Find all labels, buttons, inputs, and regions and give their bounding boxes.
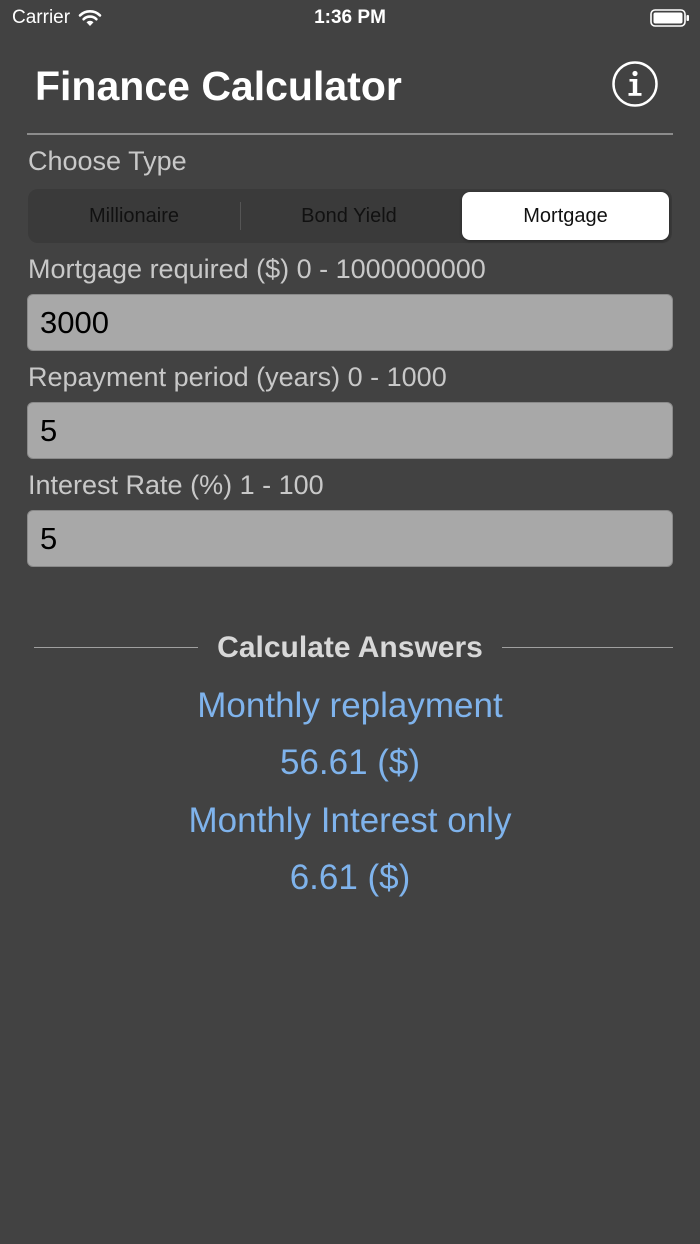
calculate-answers-button[interactable]: Calculate Answers (198, 630, 502, 666)
segment-mortgage-selected[interactable]: Mortgage (462, 192, 669, 240)
battery-icon (650, 9, 689, 27)
interest-rate-label: Interest Rate (%) 1 - 100 (28, 470, 324, 500)
monthly-repayment-label: Monthly replayment (197, 686, 503, 725)
page-title: Finance Calculator (35, 63, 402, 109)
choose-type-label: Choose Type (28, 146, 187, 176)
monthly-interest-value: 6.61 ($) (289, 858, 411, 897)
interest-rate-input[interactable] (27, 510, 673, 567)
status-bar: Carrier 1:36 PM (0, 0, 700, 36)
segment-divider (240, 202, 241, 230)
repayment-period-label: Repayment period (years) 0 - 1000 (28, 362, 447, 392)
info-button[interactable] (611, 60, 659, 108)
calculate-divider-right (502, 647, 673, 648)
segment-millionaire[interactable]: Millionaire (31, 192, 237, 240)
repayment-period-input[interactable] (27, 402, 673, 459)
monthly-interest-label: Monthly Interest only (188, 801, 512, 840)
status-time: 1:36 PM (314, 7, 386, 28)
monthly-repayment-value: 56.61 ($) (279, 743, 421, 782)
segment-bond-yield[interactable]: Bond Yield (243, 192, 455, 240)
type-segmented-control: Millionaire Bond Yield Mortgage (28, 189, 672, 243)
mortgage-required-label: Mortgage required ($) 0 - 1000000000 (28, 254, 486, 284)
header-divider (27, 133, 673, 135)
mortgage-required-input[interactable] (27, 294, 673, 351)
calculate-divider-left (34, 647, 198, 648)
info-circle-icon (612, 61, 658, 107)
